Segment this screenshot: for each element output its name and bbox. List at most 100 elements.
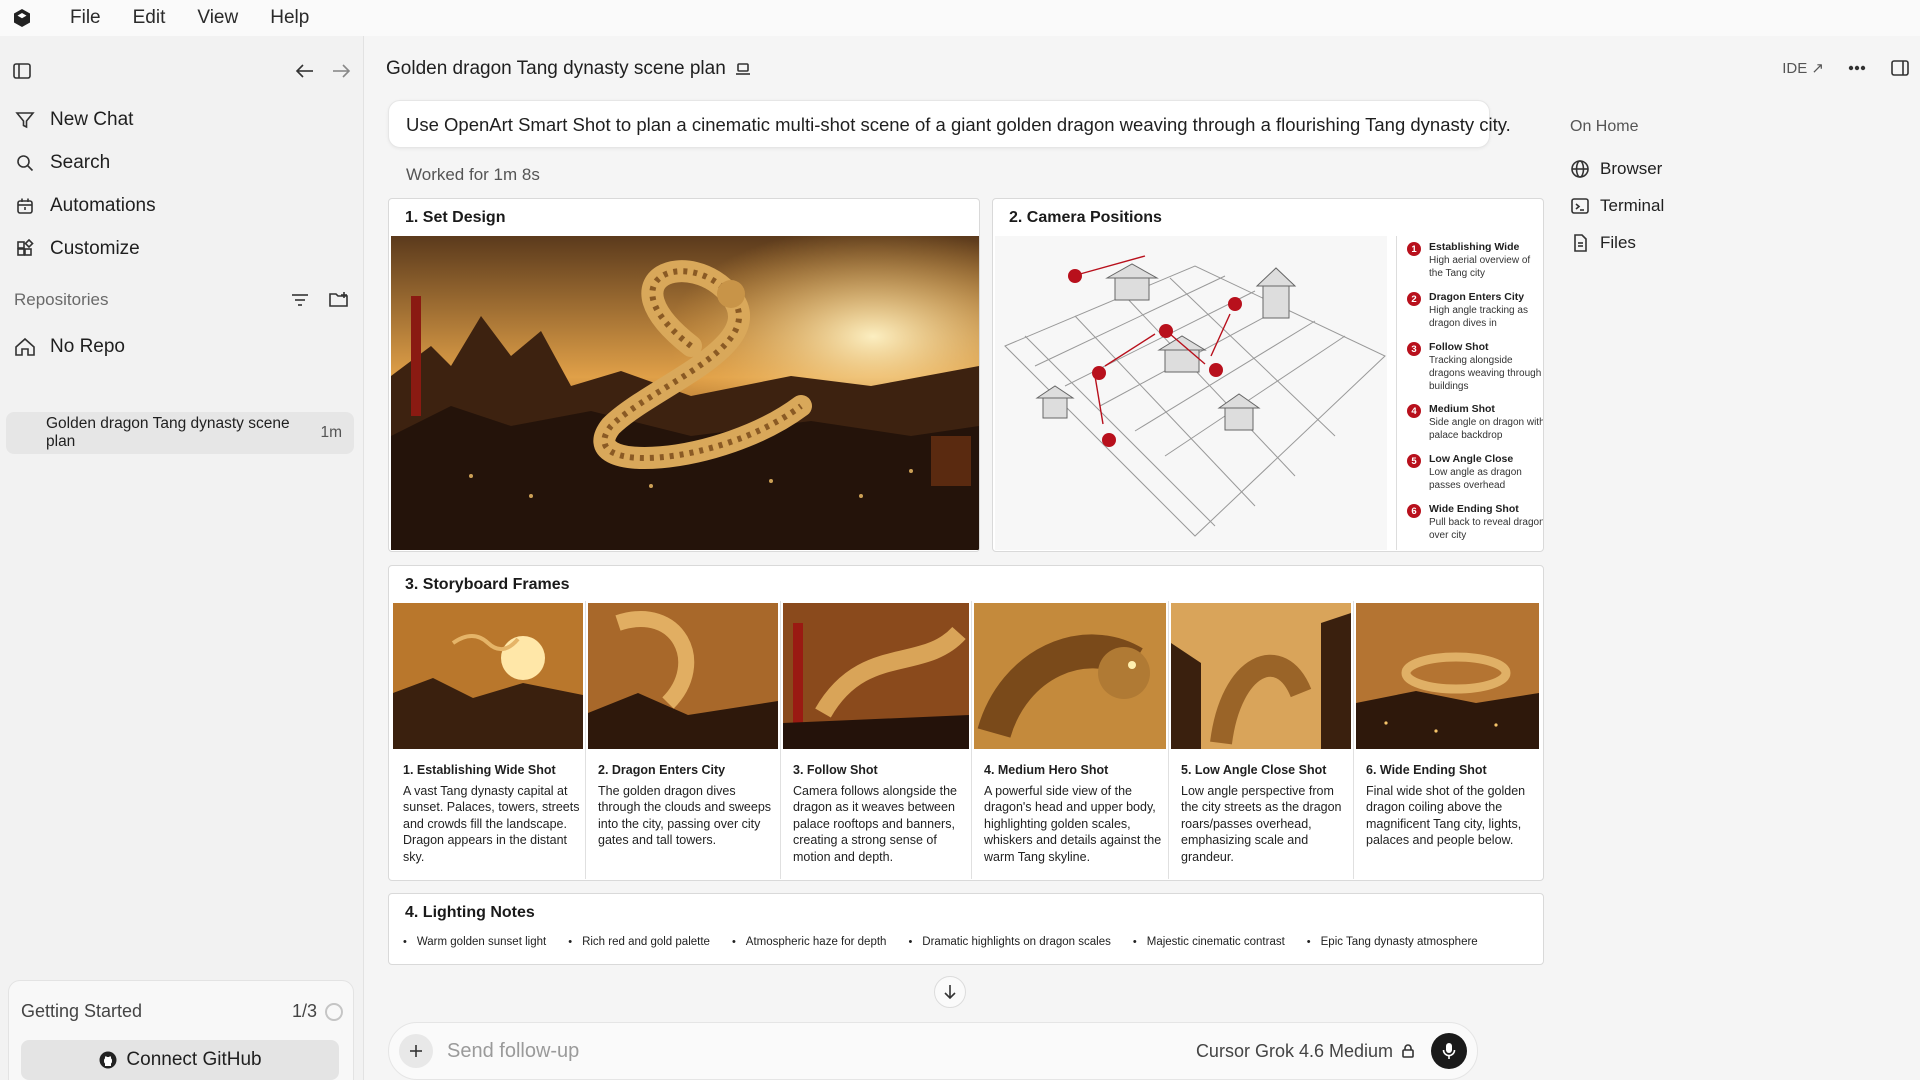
divider: [1396, 236, 1397, 550]
model-selector[interactable]: Cursor Grok 4.6 Medium: [1196, 1041, 1415, 1062]
sidebar-toggle-icon[interactable]: [12, 61, 32, 81]
menu-view[interactable]: View: [181, 7, 254, 29]
storyboard-frame[interactable]: 5. Low Angle Close Shot Low angle perspe…: [1169, 601, 1353, 879]
nav-new-chat[interactable]: New Chat: [0, 98, 364, 141]
menu-edit[interactable]: Edit: [117, 7, 182, 29]
camera-shot-title: Medium Shot: [1429, 403, 1495, 415]
frame-desc: Low angle perspective from the city stre…: [1181, 784, 1342, 864]
nav-search[interactable]: Search: [0, 141, 364, 184]
sidebar-toolbar: [12, 56, 352, 86]
no-repo-item[interactable]: No Repo: [14, 336, 125, 358]
marker-badge: 6: [1407, 504, 1421, 518]
camera-shot-title: Wide Ending Shot: [1429, 503, 1519, 515]
menu-file[interactable]: File: [54, 7, 117, 29]
right-panel-browser[interactable]: Browser: [1570, 150, 1770, 187]
storyboard-frame[interactable]: 3. Follow Shot Camera follows alongside …: [781, 601, 971, 879]
app-logo-icon: [14, 9, 30, 27]
frame-image: [393, 603, 583, 749]
lighting-note: Rich red and gold palette: [568, 936, 710, 948]
menu-help[interactable]: Help: [254, 7, 325, 29]
ide-link[interactable]: IDE ↗: [1782, 59, 1824, 77]
right-panel-label: Files: [1600, 232, 1636, 252]
no-repo-label: No Repo: [50, 336, 125, 357]
storyboard-frame[interactable]: 4. Medium Hero Shot A powerful side view…: [972, 601, 1168, 879]
nav-automations[interactable]: Automations: [0, 184, 364, 227]
laptop-icon[interactable]: [734, 61, 752, 77]
frame-image: [1356, 603, 1539, 749]
camera-shot-desc: Side angle on dragon with palace backdro…: [1429, 417, 1544, 441]
file-icon: [1570, 233, 1590, 253]
storyboard-frame[interactable]: 6. Wide Ending Shot Final wide shot of t…: [1354, 601, 1541, 879]
right-panel-files[interactable]: Files: [1570, 224, 1770, 261]
worked-for-status[interactable]: Worked for 1m 8s: [406, 165, 540, 185]
camera-shot-desc: Pull back to reveal dragon over city: [1429, 517, 1544, 541]
storyboard-frame[interactable]: 1. Establishing Wide Shot A vast Tang dy…: [391, 601, 585, 879]
scroll-to-bottom-button[interactable]: [934, 976, 966, 1008]
microphone-icon: [1442, 1043, 1456, 1059]
right-panel-toggle-icon[interactable]: [1890, 58, 1910, 78]
lighting-notes-list: Warm golden sunset light Rich red and go…: [403, 936, 1478, 948]
frame-desc: Final wide shot of the golden dragon coi…: [1366, 784, 1526, 848]
globe-icon: [1570, 159, 1590, 179]
set-design-panel: 1. Set Design: [388, 198, 980, 552]
frame-desc: The golden dragon dives through the clou…: [598, 784, 772, 848]
camera-shot-desc: Low angle as dragon passes overhead: [1429, 467, 1522, 491]
page-title-text: Golden dragon Tang dynasty scene plan: [386, 58, 726, 79]
getting-started-row[interactable]: Getting Started 1/3: [21, 1001, 343, 1022]
more-options-icon[interactable]: [1848, 65, 1866, 71]
marker-badge: 1: [1407, 242, 1421, 256]
terminal-icon: [1570, 196, 1590, 216]
panel-title: 1. Set Design: [405, 209, 506, 226]
storyboard-panel: 3. Storyboard Frames 1. Establishing Wid…: [388, 565, 1544, 881]
right-panel-heading: On Home: [1570, 118, 1639, 135]
camera-legend-item: 5 Low Angle Close Low angle as dragon pass…: [1407, 453, 1543, 493]
frame-desc: A vast Tang dynasty capital at sunset. P…: [403, 784, 580, 864]
getting-started-card: Getting Started 1/3 Connect GitHub: [8, 980, 354, 1080]
message-composer: Cursor Grok 4.6 Medium: [388, 1022, 1478, 1080]
nav-label: Automations: [50, 194, 156, 216]
frame-desc: A powerful side view of the dragon's hea…: [984, 784, 1162, 864]
camera-shot-title: Dragon Enters City: [1429, 291, 1525, 303]
frame-desc: Camera follows alongside the dragon as i…: [793, 784, 957, 864]
lighting-note: Warm golden sunset light: [403, 936, 546, 948]
camera-legend: 1 Establishing Wide High aerial overview o…: [1407, 241, 1544, 551]
right-panel-terminal[interactable]: Terminal: [1570, 187, 1770, 224]
city-camera-diagram[interactable]: [995, 236, 1387, 550]
back-arrow-icon[interactable]: [294, 61, 316, 81]
set-design-image[interactable]: [391, 236, 979, 550]
sidebar-nav: New Chat Search Automations Customize: [0, 98, 364, 270]
marker-badge: 4: [1407, 404, 1421, 418]
frame-title: 2. Dragon Enters City: [598, 763, 726, 777]
menu-bar: File Edit View Help: [0, 0, 1920, 36]
add-attachment-button[interactable]: [399, 1034, 433, 1068]
nav-label: Search: [50, 151, 111, 173]
marker-badge: 5: [1407, 454, 1421, 468]
connect-github-label: Connect GitHub: [126, 1049, 262, 1070]
thread-title: Golden dragon Tang dynasty scene plan: [46, 415, 290, 450]
camera-shot-title: Establishing Wide: [1429, 241, 1520, 253]
connect-github-button[interactable]: Connect GitHub: [21, 1040, 339, 1080]
microphone-button[interactable]: [1431, 1033, 1467, 1069]
repositories-header: Repositories: [14, 290, 350, 310]
storyboard-frames: 1. Establishing Wide Shot A vast Tang dy…: [391, 601, 1541, 879]
progress-ring-icon: [325, 1002, 343, 1021]
lighting-note: Majestic cinematic contrast: [1133, 936, 1285, 948]
model-label: Cursor Grok 4.6 Medium: [1195, 1040, 1393, 1061]
add-folder-icon[interactable]: [328, 291, 350, 309]
storyboard-frame[interactable]: 2. Dragon Enters City The golden dragon …: [586, 601, 780, 879]
sort-filter-icon[interactable]: [290, 291, 310, 309]
lock-icon: [1401, 1043, 1415, 1059]
camera-positions-panel: 2. Camera Positions 1 Establishing Wide Hi…: [992, 198, 1544, 552]
getting-started-progress: 1/3: [291, 1001, 317, 1021]
right-panel-label: Terminal: [1600, 195, 1665, 215]
nav-customize[interactable]: Customize: [0, 227, 364, 270]
frame-title: 3. Follow Shot: [793, 763, 878, 777]
search-icon: [14, 152, 36, 174]
camera-shot-desc: Tracking alongside dragons weaving throu…: [1429, 355, 1542, 392]
camera-shot-title: Low Angle Close: [1429, 453, 1514, 465]
sidebar: New Chat Search Automations Customize Re…: [0, 36, 364, 1080]
frame-image: [974, 603, 1166, 749]
thread-item-active[interactable]: Golden dragon Tang dynasty scene plan 1m: [6, 412, 354, 454]
forward-arrow-icon[interactable]: [330, 61, 352, 81]
follow-up-input[interactable]: [447, 1039, 1196, 1063]
